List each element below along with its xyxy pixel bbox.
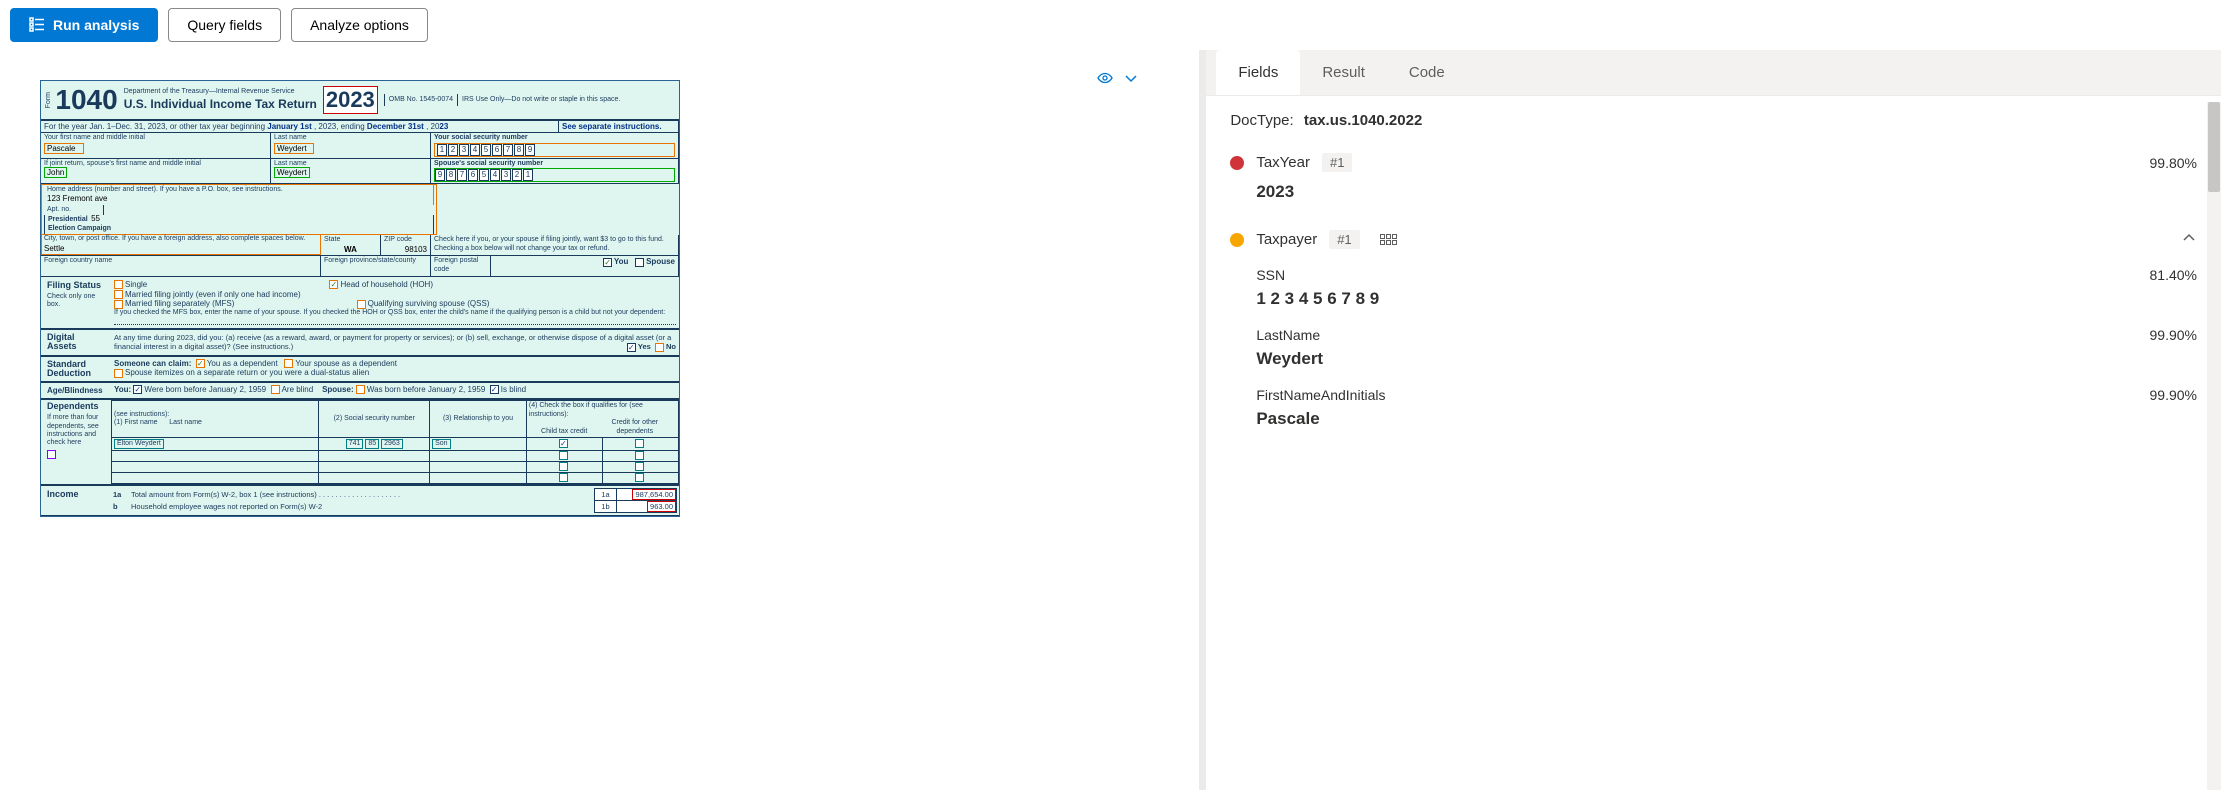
field-value: 2023 bbox=[1256, 182, 2197, 202]
pec-text: Check here if you, or your spouse if fil… bbox=[434, 236, 664, 251]
eye-icon[interactable] bbox=[1097, 70, 1113, 86]
field-index-badge: #1 bbox=[1322, 153, 1352, 172]
subfield-value: 1 2 3 4 5 6 7 8 9 bbox=[1256, 289, 2197, 309]
tax-year-box: 2023 bbox=[323, 86, 378, 114]
field-taxpayer: Taxpayer #1 SSN 81.40% 1 2 3 4 5 6 7 8 9… bbox=[1230, 230, 2197, 429]
doctype-row: DocType: tax.us.1040.2022 bbox=[1230, 112, 2197, 129]
dependent-name: Elton Weydert bbox=[114, 439, 164, 449]
field-address: 123 Fremont ave bbox=[47, 194, 107, 203]
filing-status-label: Filing Status bbox=[44, 278, 108, 293]
toolbar: Run analysis Query fields Analyze option… bbox=[0, 0, 2221, 50]
results-pane: Fields Result Code DocType: tax.us.1040.… bbox=[1205, 50, 2221, 790]
field-first-name: Pascale bbox=[44, 143, 84, 155]
document-preview-pane: Form 1040 Department of the Treasury—Int… bbox=[0, 50, 1199, 790]
form-1040-image: Form 1040 Department of the Treasury—Int… bbox=[40, 80, 680, 517]
checkbox-spouse bbox=[635, 258, 644, 267]
subfield-lastname: LastName 99.90% bbox=[1256, 327, 2197, 343]
status-dot-red bbox=[1230, 156, 1244, 170]
dependents-label: Dependents bbox=[44, 399, 102, 413]
table-icon[interactable] bbox=[1380, 234, 1397, 245]
form-label-side: Form bbox=[45, 92, 53, 108]
subfield-value: Weydert bbox=[1256, 349, 2197, 369]
status-dot-orange bbox=[1230, 233, 1244, 247]
subfield-ssn: SSN 81.40% bbox=[1256, 267, 2197, 283]
chevron-down-icon[interactable] bbox=[1123, 70, 1139, 86]
irs-use-only: IRS Use Only—Do not write or staple in t… bbox=[457, 94, 624, 106]
confidence-value: 81.40% bbox=[2150, 267, 2197, 283]
scrollbar[interactable] bbox=[2207, 102, 2221, 790]
tab-bar: Fields Result Code bbox=[1206, 50, 2221, 96]
dept-line: Department of the Treasury—Internal Reve… bbox=[124, 88, 317, 96]
scrollbar-thumb[interactable] bbox=[2208, 102, 2220, 192]
tab-code[interactable]: Code bbox=[1387, 50, 1467, 95]
omb-number: OMB No. 1545-0074 bbox=[384, 94, 457, 106]
std-deduction-label: Standard Deduction bbox=[44, 358, 108, 380]
confidence-value: 99.80% bbox=[2150, 155, 2197, 171]
tab-fields[interactable]: Fields bbox=[1216, 50, 1300, 95]
confidence-value: 99.90% bbox=[2150, 327, 2197, 343]
form-title: U.S. Individual Income Tax Return bbox=[124, 97, 317, 111]
field-last-name: Weydert bbox=[274, 143, 314, 155]
field-taxyear: TaxYear #1 99.80% 2023 bbox=[1230, 153, 2197, 202]
query-fields-button[interactable]: Query fields bbox=[168, 8, 281, 42]
see-instructions: See separate instructions. bbox=[559, 121, 679, 133]
run-analysis-button[interactable]: Run analysis bbox=[10, 8, 158, 42]
field-spouse-ssn: 987654321 bbox=[434, 168, 675, 182]
field-spouse-last: Weydert bbox=[274, 167, 310, 178]
field-spouse-first: John bbox=[44, 167, 67, 178]
field-city: Settle bbox=[44, 244, 64, 253]
subfield-firstname: FirstNameAndInitials 99.90% bbox=[1256, 387, 2197, 403]
field-index-badge: #1 bbox=[1329, 230, 1359, 249]
field-zip: 98103 bbox=[384, 245, 427, 255]
tab-result[interactable]: Result bbox=[1300, 50, 1387, 95]
field-w2-total: 987,654.00 bbox=[632, 489, 676, 500]
subfield-value: Pascale bbox=[1256, 409, 2197, 429]
field-apt: 55 bbox=[91, 214, 100, 224]
analysis-icon bbox=[29, 17, 45, 33]
analyze-options-button[interactable]: Analyze options bbox=[291, 8, 428, 42]
doctype-value: tax.us.1040.2022 bbox=[1304, 112, 1422, 129]
digital-assets-label: Digital Assets bbox=[44, 331, 108, 353]
form-number: 1040 bbox=[55, 83, 117, 117]
age-blindness-label: Age/Blindness bbox=[44, 384, 108, 398]
confidence-value: 99.90% bbox=[2150, 387, 2197, 403]
field-state: WA bbox=[324, 245, 377, 255]
pec-title: Presidential Election Campaign bbox=[48, 216, 111, 231]
checkbox-you bbox=[603, 258, 612, 267]
income-label: Income bbox=[44, 487, 108, 502]
field-ssn: 123456789 bbox=[434, 143, 675, 157]
collapse-icon[interactable] bbox=[2181, 230, 2197, 249]
